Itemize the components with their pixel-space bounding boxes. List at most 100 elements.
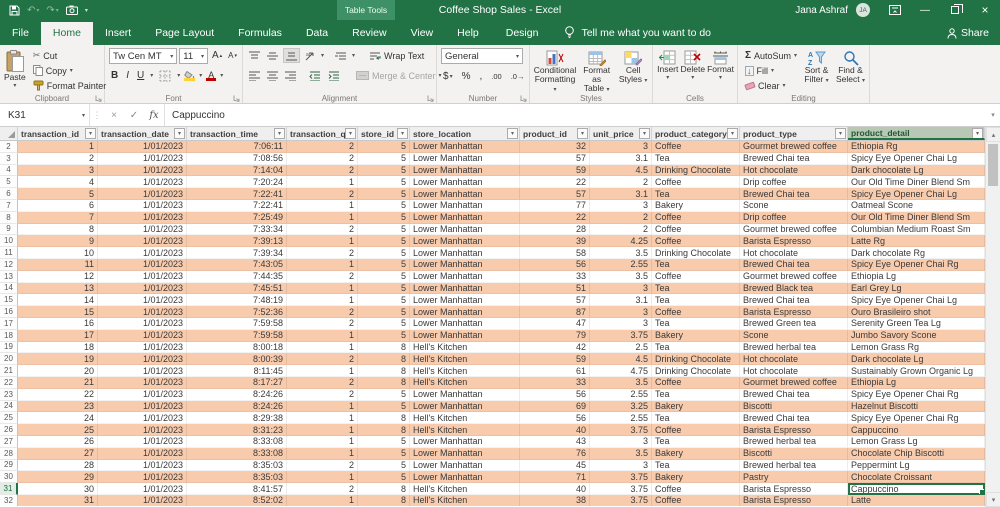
cell-transaction_time-row28[interactable]: 8:33:08 — [187, 447, 287, 460]
cell-transaction_qty-row29[interactable]: 2 — [287, 459, 358, 472]
cell-transaction_time-row5[interactable]: 7:20:24 — [187, 176, 287, 189]
cell-store_location-row10[interactable]: Lower Manhattan — [410, 235, 520, 248]
insert-function-button[interactable]: fx — [144, 104, 164, 126]
cell-transaction_id-row30[interactable]: 29 — [18, 471, 98, 484]
row-number-31[interactable]: 31 — [0, 483, 18, 495]
cell-product_id-row27[interactable]: 43 — [520, 435, 590, 448]
middle-align-button[interactable] — [265, 48, 280, 63]
cell-transaction_id-row21[interactable]: 20 — [18, 365, 98, 377]
cell-transaction_time-row25[interactable]: 8:29:38 — [187, 412, 287, 425]
column-header-transaction_qty[interactable]: transaction_qty ▾ — [287, 127, 358, 140]
cell-unit_price-row29[interactable]: 3 — [590, 459, 652, 472]
conditional-formatting-button[interactable]: Conditional Formatting ▾ — [534, 48, 576, 95]
cell-store_location-row26[interactable]: Hell's Kitchen — [410, 424, 520, 436]
formula-bar-expand-button[interactable]: ▾ — [986, 104, 1000, 126]
cell-store_id-row10[interactable]: 5 — [358, 235, 410, 248]
cell-transaction_date-row8[interactable]: 1/01/2023 — [98, 211, 187, 224]
cell-product_id-row23[interactable]: 56 — [520, 388, 590, 401]
cell-unit_price-row23[interactable]: 2.55 — [590, 388, 652, 401]
scrollbar-thumb[interactable] — [988, 144, 998, 186]
cell-transaction_date-row24[interactable]: 1/01/2023 — [98, 400, 187, 413]
insert-cells-button[interactable]: Insert ▾ — [657, 48, 679, 83]
cell-product_type-row28[interactable]: Biscotti — [740, 447, 848, 460]
row-number-2[interactable]: 2 — [0, 141, 18, 153]
cell-transaction_qty-row30[interactable]: 1 — [287, 471, 358, 484]
decrease-decimal-button[interactable]: .0→ — [509, 69, 527, 84]
cell-transaction_date-row17[interactable]: 1/01/2023 — [98, 317, 187, 330]
cell-transaction_id-row29[interactable]: 28 — [18, 459, 98, 472]
cell-transaction_date-row2[interactable]: 1/01/2023 — [98, 141, 187, 153]
cell-unit_price-row18[interactable]: 3.75 — [590, 329, 652, 342]
row-number-21[interactable]: 21 — [0, 365, 18, 377]
cell-product_detail-row28[interactable]: Chocolate Chip Biscotti — [848, 447, 985, 460]
format-as-table-button[interactable]: Format as Table ▾ — [578, 48, 615, 95]
cell-product_id-row12[interactable]: 56 — [520, 258, 590, 271]
cell-transaction_time-row11[interactable]: 7:39:34 — [187, 247, 287, 259]
vertical-scrollbar[interactable]: ▴ ▾ — [985, 127, 1000, 507]
cell-store_location-row17[interactable]: Lower Manhattan — [410, 317, 520, 330]
increase-decimal-button[interactable]: .00 — [489, 69, 503, 84]
cell-unit_price-row6[interactable]: 3.1 — [590, 188, 652, 200]
cell-store_id-row24[interactable]: 5 — [358, 400, 410, 413]
user-name[interactable]: Jana Ashraf — [795, 5, 848, 16]
cell-product_category-row7[interactable]: Bakery — [652, 199, 740, 212]
row-number-25[interactable]: 25 — [0, 412, 18, 425]
copy-button[interactable]: Copy ▾ — [30, 63, 110, 78]
cell-transaction_id-row4[interactable]: 3 — [18, 164, 98, 177]
borders-dropdown[interactable]: ▾ — [177, 72, 180, 79]
avatar[interactable]: JA — [856, 3, 870, 17]
decrease-font-button[interactable]: A ▾ — [226, 48, 239, 63]
cell-store_location-row32[interactable]: Hell's Kitchen — [410, 494, 520, 506]
cell-product_detail-row32[interactable]: Latte — [848, 494, 985, 506]
cell-product_category-row26[interactable]: Coffee — [652, 424, 740, 436]
customize-qat-button[interactable]: ▾ — [85, 7, 88, 14]
cell-store_id-row26[interactable]: 8 — [358, 424, 410, 436]
cell-store_location-row15[interactable]: Lower Manhattan — [410, 294, 520, 307]
cell-store_id-row3[interactable]: 5 — [358, 152, 410, 165]
filter-button-store_location[interactable]: ▾ — [507, 128, 518, 139]
cell-transaction_qty-row4[interactable]: 2 — [287, 164, 358, 177]
cell-transaction_time-row15[interactable]: 7:48:19 — [187, 294, 287, 307]
cell-unit_price-row19[interactable]: 2.5 — [590, 341, 652, 354]
find-select-button[interactable]: Find & Select ▾ — [835, 48, 866, 86]
cell-unit_price-row12[interactable]: 2.55 — [590, 258, 652, 271]
cell-store_id-row16[interactable]: 5 — [358, 306, 410, 318]
cell-product_id-row18[interactable]: 79 — [520, 329, 590, 342]
cell-unit_price-row20[interactable]: 4.5 — [590, 353, 652, 366]
cell-transaction_date-row9[interactable]: 1/01/2023 — [98, 223, 187, 236]
number-format-select[interactable]: General ▾ — [441, 48, 523, 64]
tab-formulas[interactable]: Formulas — [226, 22, 294, 45]
cell-product_detail-row12[interactable]: Spicy Eye Opener Chai Rg — [848, 258, 985, 271]
cell-unit_price-row17[interactable]: 3 — [590, 317, 652, 330]
font-color-button[interactable]: A — [206, 70, 217, 81]
cell-product_category-row11[interactable]: Drinking Chocolate — [652, 247, 740, 259]
cell-transaction_qty-row26[interactable]: 1 — [287, 424, 358, 436]
cell-unit_price-row27[interactable]: 3 — [590, 435, 652, 448]
cell-product_id-row2[interactable]: 32 — [520, 141, 590, 153]
cell-product_id-row13[interactable]: 33 — [520, 270, 590, 283]
fill-button[interactable]: ↓ Fill ▾ — [742, 63, 798, 78]
cell-transaction_time-row3[interactable]: 7:08:56 — [187, 152, 287, 165]
cell-product_type-row24[interactable]: Biscotti — [740, 400, 848, 413]
cell-product_id-row14[interactable]: 51 — [520, 282, 590, 295]
cell-product_category-row3[interactable]: Tea — [652, 152, 740, 165]
cell-transaction_id-row3[interactable]: 2 — [18, 152, 98, 165]
cell-product_id-row29[interactable]: 45 — [520, 459, 590, 472]
row-number-23[interactable]: 23 — [0, 388, 18, 401]
cell-product_detail-row6[interactable]: Spicy Eye Opener Chai Lg — [848, 188, 985, 200]
cell-store_location-row28[interactable]: Lower Manhattan — [410, 447, 520, 460]
cell-unit_price-row28[interactable]: 3.5 — [590, 447, 652, 460]
cell-product_id-row8[interactable]: 22 — [520, 211, 590, 224]
cell-product_detail-row11[interactable]: Dark chocolate Rg — [848, 247, 985, 259]
cell-transaction_qty-row2[interactable]: 2 — [287, 141, 358, 153]
cell-product_type-row12[interactable]: Brewed Chai tea — [740, 258, 848, 271]
cell-product_detail-row21[interactable]: Sustainably Grown Organic Lg — [848, 365, 985, 377]
cell-store_id-row15[interactable]: 5 — [358, 294, 410, 307]
cell-transaction_id-row19[interactable]: 18 — [18, 341, 98, 354]
cell-transaction_time-row2[interactable]: 7:06:11 — [187, 141, 287, 153]
cell-product_category-row28[interactable]: Bakery — [652, 447, 740, 460]
underline-dropdown[interactable]: ▾ — [150, 72, 153, 79]
cell-unit_price-row9[interactable]: 2 — [590, 223, 652, 236]
cell-unit_price-row16[interactable]: 3 — [590, 306, 652, 318]
orientation-button[interactable]: ab — [303, 48, 318, 63]
